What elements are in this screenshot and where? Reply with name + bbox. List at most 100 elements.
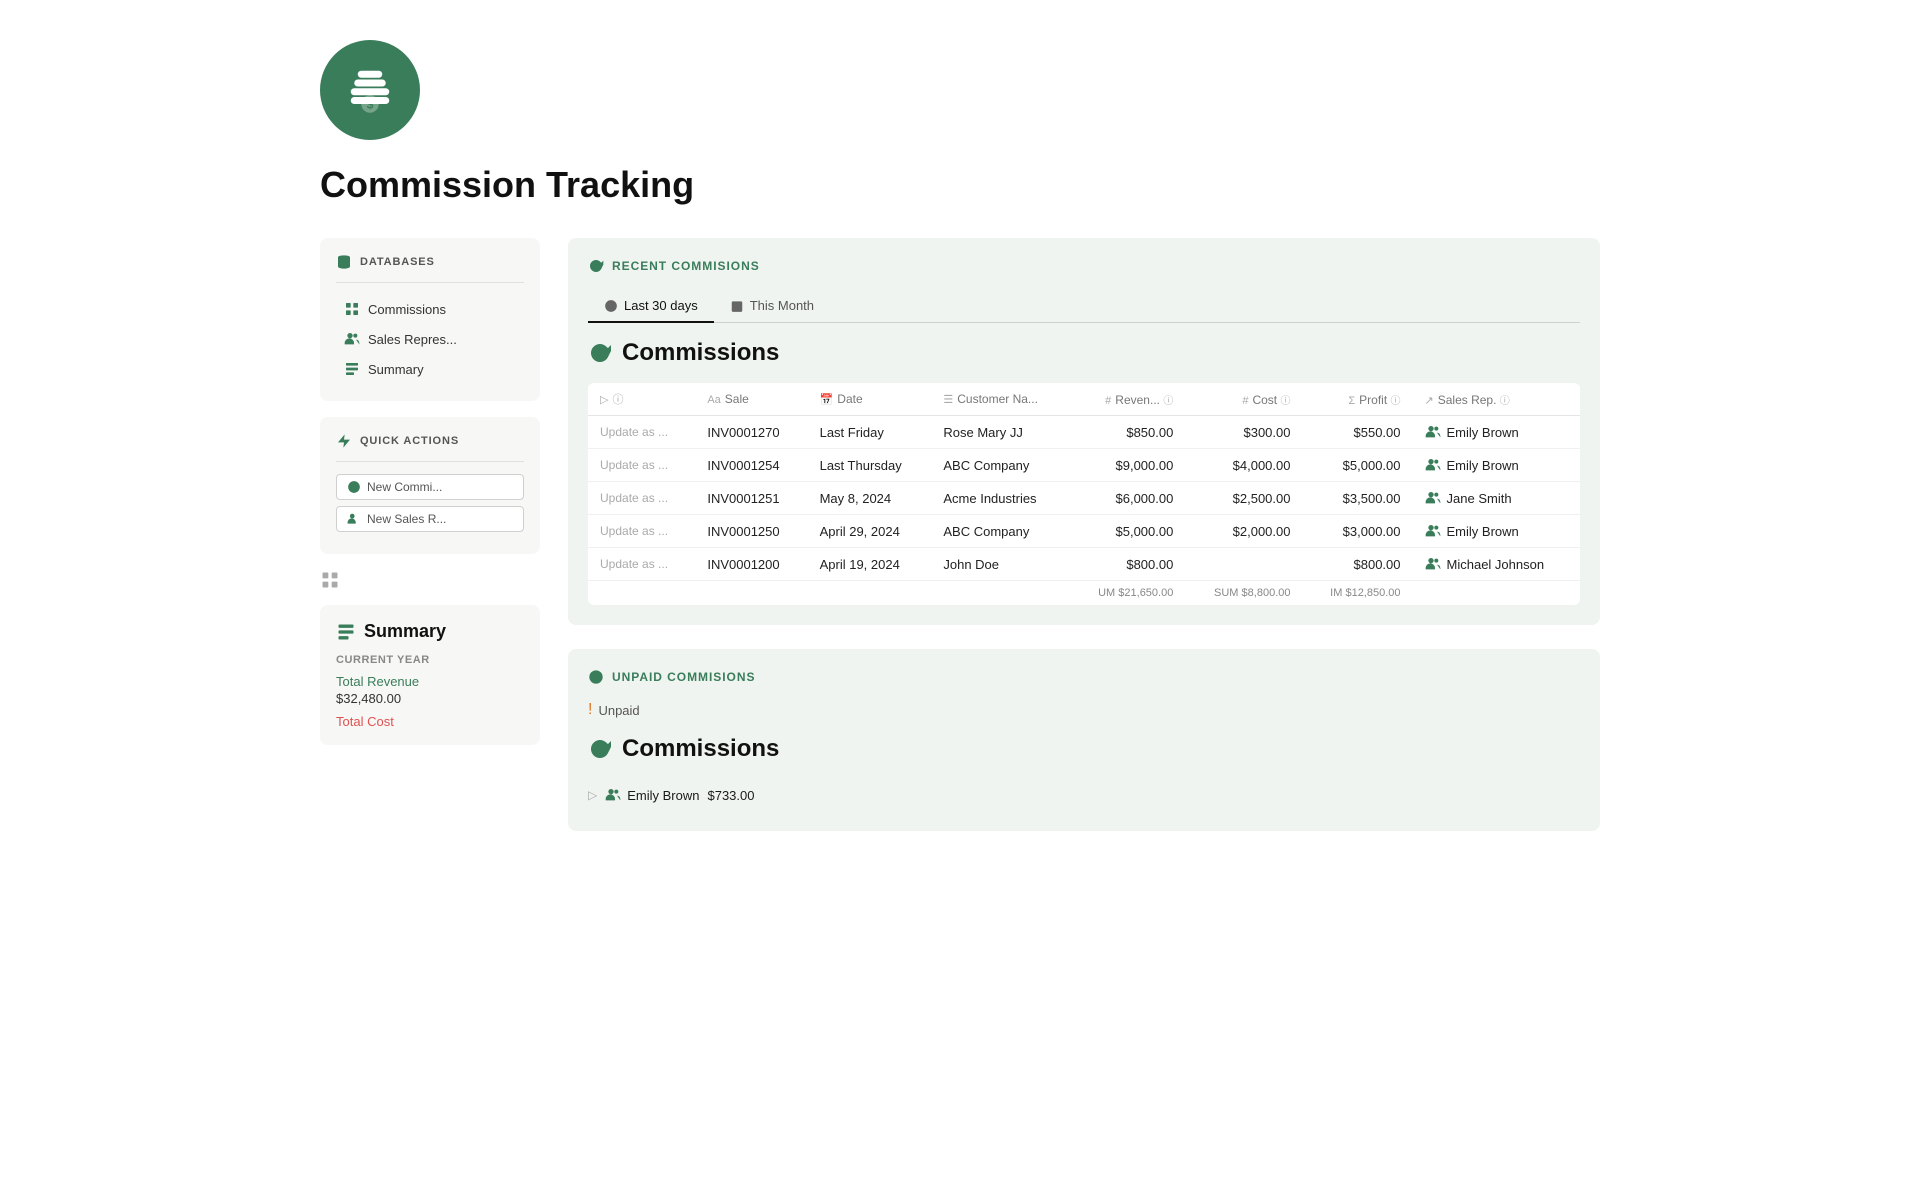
row-customer-5: John Doe (931, 548, 1069, 581)
row-salesrep-4: Emily Brown (1413, 515, 1580, 548)
sum-row: UM $21,650.00 SUM $8,800.00 IM $12,850.0… (588, 581, 1580, 606)
page-container: $ Commission Tracking DATABASES (260, 0, 1660, 895)
row-cost-2: $4,000.00 (1185, 449, 1302, 482)
person-icon (1425, 523, 1441, 539)
person-icon (605, 787, 621, 803)
sum-revenue: UM $21,650.00 (1070, 581, 1186, 606)
calendar-icon (730, 299, 744, 313)
unpaid-exclamation-icon: ! (588, 701, 592, 719)
total-revenue-label: Total Revenue (336, 674, 524, 689)
row-profit-2: $5,000.00 (1302, 449, 1412, 482)
row-date-3: May 8, 2024 (808, 482, 932, 515)
row-update-3[interactable]: Update as ... (588, 482, 695, 515)
unpaid-commissions-panel-title: UNPAID COMMISIONS (588, 669, 1580, 685)
people-icon (344, 331, 360, 347)
unpaid-filter-label: ! Unpaid (588, 701, 1580, 719)
person-icon (1425, 556, 1441, 572)
row-update-1[interactable]: Update as ... (588, 416, 695, 449)
total-cost-label: Total Cost (336, 714, 524, 729)
table-row: Update as ... INV0001251 May 8, 2024 Acm… (588, 482, 1580, 515)
sidebar-item-sales-reps[interactable]: Sales Repres... (336, 325, 524, 353)
summary-section: Summary CURRENT YEAR Total Revenue $32,4… (320, 605, 540, 745)
summary-section-title: Summary (336, 621, 524, 642)
sidebar-item-commissions[interactable]: Commissions (336, 295, 524, 323)
row-profit-4: $3,000.00 (1302, 515, 1412, 548)
row-update-2[interactable]: Update as ... (588, 449, 695, 482)
row-cost-4: $2,000.00 (1185, 515, 1302, 548)
total-revenue-value: $32,480.00 (336, 691, 524, 706)
row-customer-2: ABC Company (931, 449, 1069, 482)
new-commission-button[interactable]: New Commi... (336, 474, 524, 500)
unpaid-commissions-panel: UNPAID COMMISIONS ! Unpaid Commissions ▷ (568, 649, 1600, 831)
row-sale-1: INV0001270 (695, 416, 807, 449)
person-icon (1425, 424, 1441, 440)
row-profit-5: $800.00 (1302, 548, 1412, 581)
person-icon (1425, 457, 1441, 473)
row-customer-1: Rose Mary JJ (931, 416, 1069, 449)
row-salesrep-3: Jane Smith (1413, 482, 1580, 515)
app-logo: $ (320, 40, 420, 140)
row-revenue-4: $5,000.00 (1070, 515, 1186, 548)
unpaid-commissions-heading: Commissions (588, 735, 1580, 763)
commissions-heading-icon (588, 341, 612, 365)
table-row: Update as ... INV0001270 Last Friday Ros… (588, 416, 1580, 449)
tab-last-30-days[interactable]: Last 30 days (588, 290, 714, 323)
table-row: Update as ... INV0001254 Last Thursday A… (588, 449, 1580, 482)
content-area: RECENT COMMISIONS Last 30 days (568, 238, 1600, 855)
col-date: 📅Date (808, 383, 932, 416)
summary-table: CURRENT YEAR Total Revenue $32,480.00 To… (336, 654, 524, 729)
summary-table-header: CURRENT YEAR (336, 654, 524, 666)
col-sales-rep: ↗Sales Rep. ⓘ (1413, 383, 1580, 416)
col-profit: ΣProfit ⓘ (1302, 383, 1412, 416)
table-row: Update as ... INV0001250 April 29, 2024 … (588, 515, 1580, 548)
col-status: ▷ⓘ (588, 383, 695, 416)
unpaid-person-cell: Emily Brown (605, 787, 699, 803)
page-title: Commission Tracking (320, 164, 1600, 206)
row-profit-3: $3,500.00 (1302, 482, 1412, 515)
row-update-4[interactable]: Update as ... (588, 515, 695, 548)
row-revenue-2: $9,000.00 (1070, 449, 1186, 482)
row-revenue-5: $800.00 (1070, 548, 1186, 581)
alert-icon (588, 669, 604, 685)
unpaid-commissions-icon (588, 737, 612, 761)
recent-commissions-panel-title: RECENT COMMISIONS (588, 258, 1580, 274)
recent-commissions-tabs: Last 30 days This Month (588, 290, 1580, 323)
commissions-section-heading: Commissions (588, 339, 1580, 367)
row-revenue-3: $6,000.00 (1070, 482, 1186, 515)
grid-icon-separator (320, 570, 540, 593)
commissions-icon (344, 301, 360, 317)
row-profit-1: $550.00 (1302, 416, 1412, 449)
database-icon (336, 254, 352, 270)
col-cost: #Cost ⓘ (1185, 383, 1302, 416)
row-revenue-1: $850.00 (1070, 416, 1186, 449)
row-cost-5 (1185, 548, 1302, 581)
person-add-icon (347, 512, 361, 526)
quick-actions-title: QUICK ACTIONS (336, 433, 524, 449)
databases-section-title: DATABASES (336, 254, 524, 270)
row-sale-3: INV0001251 (695, 482, 807, 515)
summary-icon (344, 361, 360, 377)
new-sales-rep-button[interactable]: New Sales R... (336, 506, 524, 532)
clock-icon (604, 299, 618, 313)
row-salesrep-2: Emily Brown (1413, 449, 1580, 482)
row-sale-5: INV0001200 (695, 548, 807, 581)
recent-commissions-table: ▷ⓘ AaSale 📅Date ☰Customer Na... #Reven..… (588, 383, 1580, 605)
row-customer-3: Acme Industries (931, 482, 1069, 515)
col-customer: ☰Customer Na... (931, 383, 1069, 416)
tab-this-month[interactable]: This Month (714, 290, 830, 323)
lightning-icon (336, 433, 352, 449)
unpaid-row: ▷ Emily Brown $733.00 (588, 779, 1580, 811)
col-revenue: #Reven... ⓘ (1070, 383, 1186, 416)
logo-icon: $ (342, 62, 398, 118)
row-update-5[interactable]: Update as ... (588, 548, 695, 581)
table-header-row: ▷ⓘ AaSale 📅Date ☰Customer Na... #Reven..… (588, 383, 1580, 416)
row-date-4: April 29, 2024 (808, 515, 932, 548)
row-date-2: Last Thursday (808, 449, 932, 482)
sidebar-item-summary[interactable]: Summary (336, 355, 524, 383)
row-salesrep-5: Michael Johnson (1413, 548, 1580, 581)
row-sale-2: INV0001254 (695, 449, 807, 482)
quick-actions-section: QUICK ACTIONS New Commi... (320, 417, 540, 554)
row-salesrep-1: Emily Brown (1413, 416, 1580, 449)
plus-circle-icon (347, 480, 361, 494)
sidebar: DATABASES Commissions (320, 238, 540, 745)
